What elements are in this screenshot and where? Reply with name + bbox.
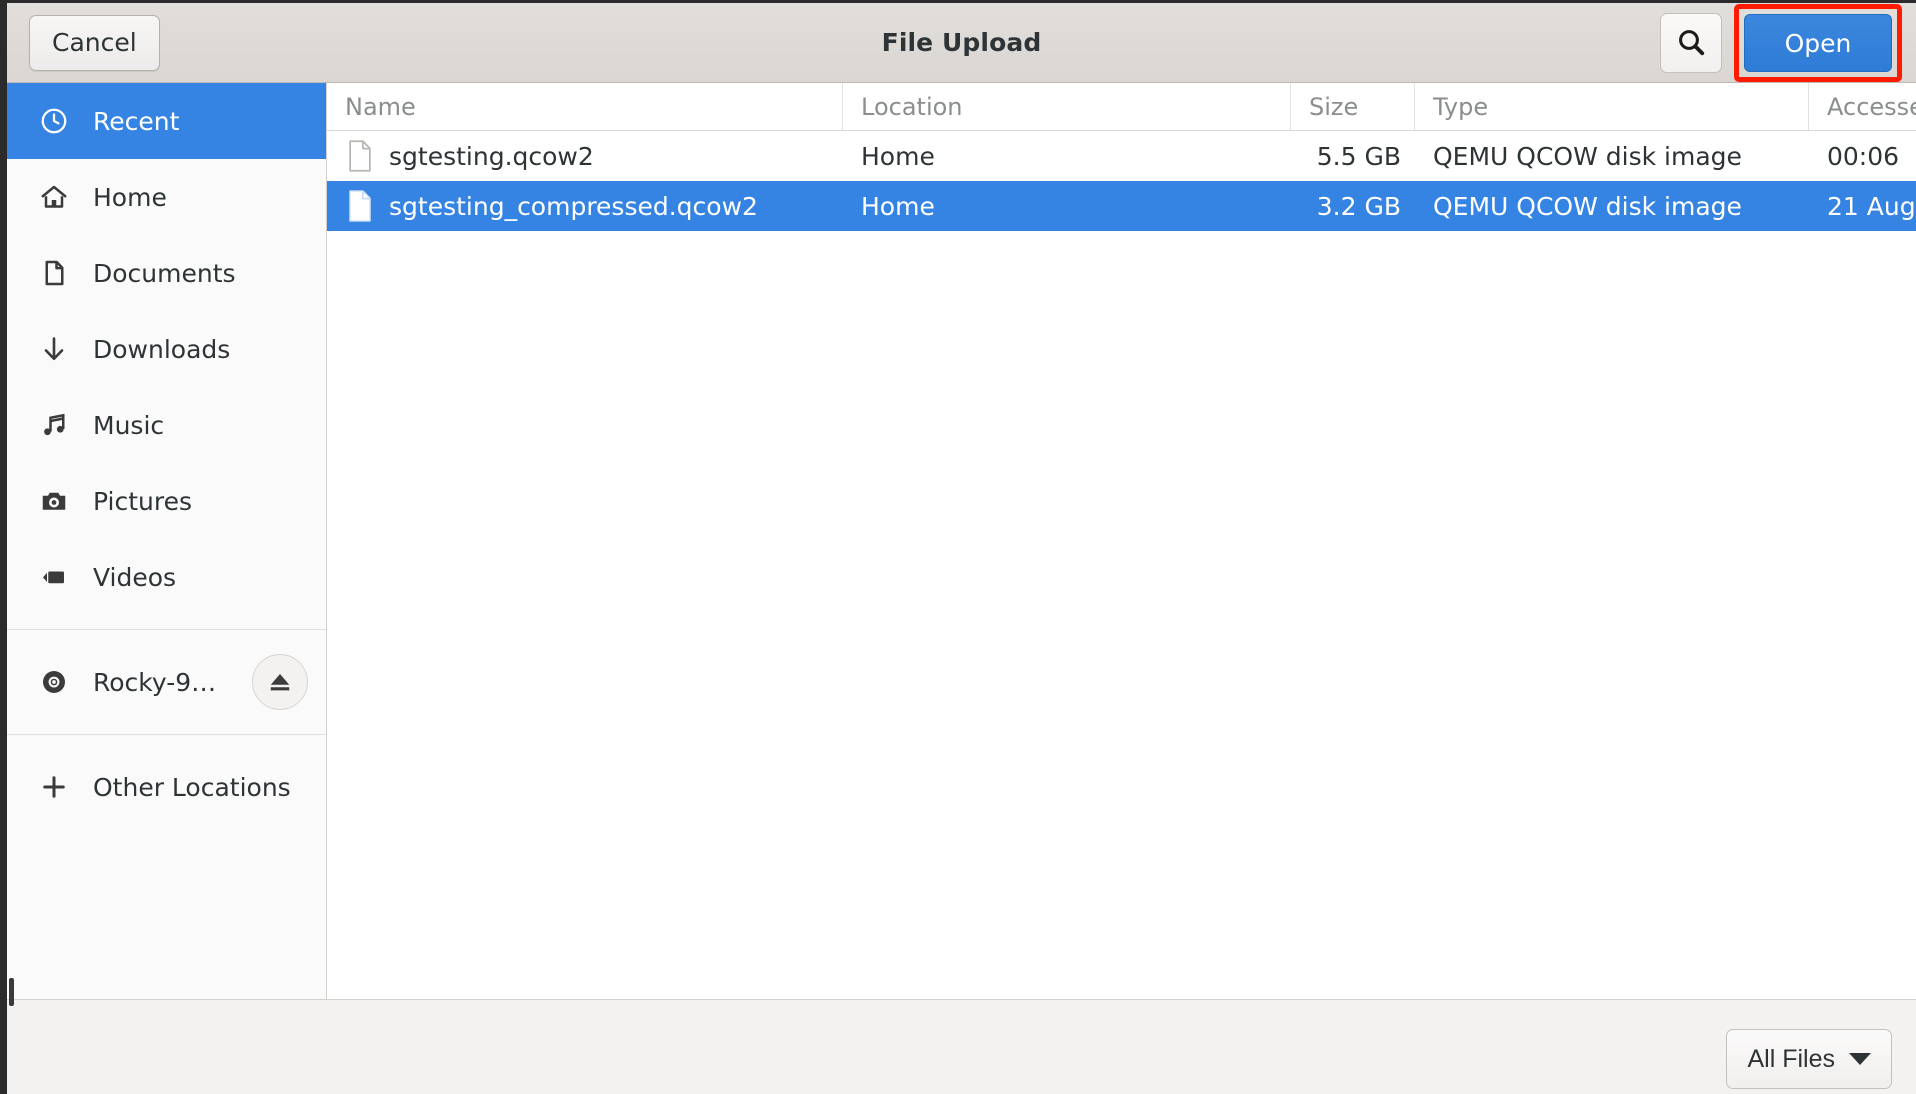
sidebar-item-label: Pictures bbox=[93, 487, 192, 516]
plus-icon bbox=[39, 772, 69, 802]
home-icon bbox=[39, 182, 69, 212]
sidebar-item-label: Documents bbox=[93, 259, 236, 288]
optical-disc-icon bbox=[39, 667, 69, 697]
sidebar-item-other-locations[interactable]: Other Locations bbox=[7, 749, 326, 825]
file-upload-dialog: Cancel File Upload Open bbox=[0, 0, 1916, 1094]
file-list-rows: sgtesting.qcow2 Home 5.5 GB QEMU QCOW di… bbox=[327, 131, 1916, 999]
cancel-button[interactable]: Cancel bbox=[29, 15, 160, 71]
file-size: 5.5 GB bbox=[1291, 142, 1415, 171]
file-name-cell: sgtesting.qcow2 bbox=[327, 140, 843, 172]
video-camera-icon bbox=[39, 562, 69, 592]
eject-icon[interactable] bbox=[252, 654, 308, 710]
file-filter-label: All Files bbox=[1747, 1045, 1835, 1074]
camera-icon bbox=[39, 486, 69, 516]
sidebar-item-documents[interactable]: Documents bbox=[7, 235, 326, 311]
file-size: 3.2 GB bbox=[1291, 192, 1415, 221]
dialog-header-bar: Cancel File Upload Open bbox=[7, 3, 1916, 83]
sidebar-item-pictures[interactable]: Pictures bbox=[7, 463, 326, 539]
sidebar-divider-1 bbox=[7, 629, 326, 630]
sidebar-item-label: Home bbox=[93, 183, 167, 212]
file-location: Home bbox=[843, 142, 1291, 171]
sidebar-item-recent[interactable]: Recent bbox=[7, 83, 326, 159]
sidebar-item-label: Videos bbox=[93, 563, 176, 592]
file-type: QEMU QCOW disk image bbox=[1415, 142, 1809, 171]
clock-icon bbox=[39, 106, 69, 136]
column-header-type[interactable]: Type bbox=[1415, 83, 1809, 130]
file-list-pane: Name Location Size Type Accessed bbox=[327, 83, 1916, 999]
file-type: QEMU QCOW disk image bbox=[1415, 192, 1809, 221]
column-header-location[interactable]: Location bbox=[843, 83, 1291, 130]
chevron-down-icon bbox=[1849, 1053, 1871, 1065]
open-button-highlight: Open bbox=[1734, 4, 1902, 82]
column-header-size[interactable]: Size bbox=[1291, 83, 1415, 130]
sidebar-item-label: Rocky-9… bbox=[93, 668, 216, 697]
document-icon bbox=[39, 258, 69, 288]
file-accessed: 21 Aug bbox=[1809, 192, 1916, 221]
open-button[interactable]: Open bbox=[1744, 14, 1892, 72]
file-name: sgtesting_compressed.qcow2 bbox=[389, 192, 758, 221]
search-button[interactable] bbox=[1660, 13, 1722, 73]
sidebar-item-music[interactable]: Music bbox=[7, 387, 326, 463]
dialog-action-bar: All Files bbox=[7, 999, 1916, 1094]
sidebar-divider-2 bbox=[7, 734, 326, 735]
table-row[interactable]: sgtesting.qcow2 Home 5.5 GB QEMU QCOW di… bbox=[327, 131, 1916, 181]
table-row[interactable]: sgtesting_compressed.qcow2 Home 3.2 GB Q… bbox=[327, 181, 1916, 231]
window-resize-grip[interactable] bbox=[9, 978, 14, 999]
file-icon bbox=[347, 140, 373, 172]
column-header-name[interactable]: Name bbox=[327, 83, 843, 130]
music-note-icon bbox=[39, 410, 69, 440]
file-name: sgtesting.qcow2 bbox=[389, 142, 594, 171]
file-list-column-headers: Name Location Size Type Accessed bbox=[327, 83, 1916, 131]
sidebar-item-label: Downloads bbox=[93, 335, 230, 364]
file-accessed: 00:06 bbox=[1809, 142, 1916, 171]
dialog-title: File Upload bbox=[7, 28, 1916, 57]
download-arrow-icon bbox=[39, 334, 69, 364]
file-name-cell: sgtesting_compressed.qcow2 bbox=[327, 190, 843, 222]
file-location: Home bbox=[843, 192, 1291, 221]
sidebar-item-home[interactable]: Home bbox=[7, 159, 326, 235]
column-header-accessed[interactable]: Accessed bbox=[1809, 83, 1916, 130]
file-icon bbox=[347, 190, 373, 222]
sidebar-item-downloads[interactable]: Downloads bbox=[7, 311, 326, 387]
places-sidebar: Recent Home bbox=[7, 83, 327, 999]
sidebar-item-label: Recent bbox=[93, 107, 179, 136]
search-icon bbox=[1675, 26, 1707, 61]
dialog-body: Recent Home bbox=[7, 83, 1916, 999]
sidebar-item-label: Music bbox=[93, 411, 164, 440]
header-actions: Open bbox=[1660, 3, 1902, 83]
sidebar-item-label: Other Locations bbox=[93, 773, 291, 802]
sidebar-item-videos[interactable]: Videos bbox=[7, 539, 326, 615]
file-filter-dropdown[interactable]: All Files bbox=[1726, 1029, 1892, 1089]
sidebar-item-rocky-9[interactable]: Rocky-9… bbox=[7, 644, 326, 720]
